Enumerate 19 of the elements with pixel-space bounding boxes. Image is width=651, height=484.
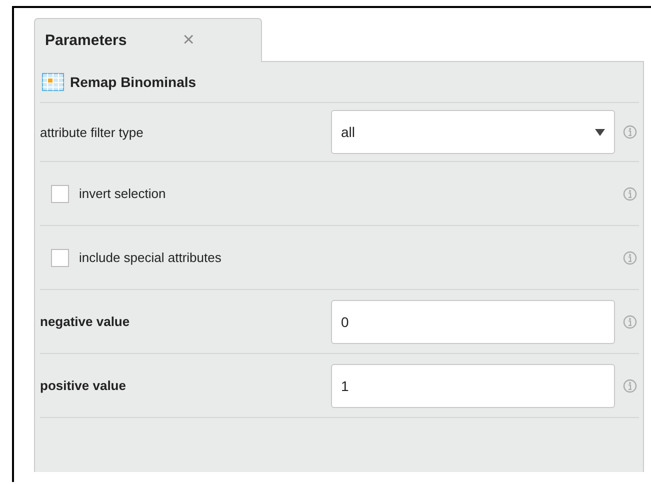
checkbox-label: invert selection (79, 186, 167, 201)
info-icon[interactable] (623, 250, 637, 264)
parameter-label: positive value (40, 378, 127, 393)
input-field[interactable]: 1 (331, 364, 615, 408)
table-icon (42, 73, 64, 91)
parameter-label: attribute filter type (40, 124, 144, 140)
parameter-label: negative value (40, 314, 131, 329)
input-field[interactable]: 0 (331, 300, 615, 344)
info-icon[interactable] (623, 314, 637, 328)
operator-title: Remap Binominals (70, 74, 196, 90)
checkbox[interactable] (51, 184, 69, 202)
parameters-tab[interactable]: Parameters × (34, 18, 262, 62)
info-icon[interactable] (623, 186, 637, 200)
info-icon[interactable] (623, 378, 637, 392)
caret-icon (595, 128, 605, 136)
info-icon[interactable] (623, 125, 637, 139)
checkbox[interactable] (51, 248, 69, 266)
checkbox-label: include special attributes (79, 250, 222, 265)
filter-dropdown[interactable]: all (331, 110, 615, 154)
